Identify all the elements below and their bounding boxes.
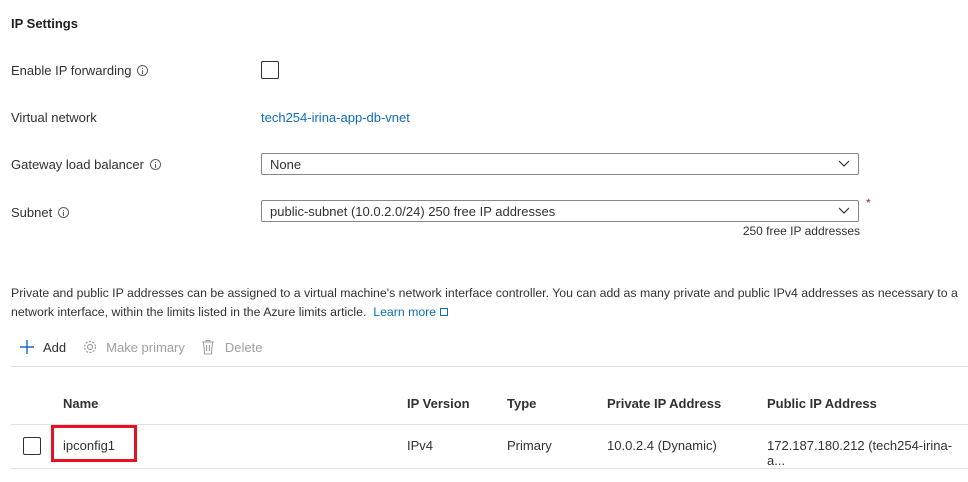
plus-icon <box>20 340 34 354</box>
learn-more-link[interactable]: Learn more <box>373 305 449 319</box>
ip-config-toolbar: Add Make primary Delete <box>11 339 278 355</box>
subnet-select[interactable]: public-subnet (10.0.2.0/24) 250 free IP … <box>261 200 859 222</box>
table-row-divider <box>11 468 968 469</box>
delete-label: Delete <box>224 339 263 355</box>
row-select-checkbox[interactable] <box>23 437 41 455</box>
ip-description: Private and public IP addresses can be a… <box>11 284 968 322</box>
required-mark: * <box>866 196 871 210</box>
virtual-network-link[interactable]: tech254-irina-app-db-vnet <box>261 110 410 125</box>
info-icon[interactable] <box>149 159 161 170</box>
column-header-ip-version[interactable]: IP Version <box>407 396 470 411</box>
subnet-label: Subnet <box>11 205 53 220</box>
table-header-divider <box>11 424 968 425</box>
toolbar-divider <box>11 366 968 367</box>
make-primary-button[interactable]: Make primary <box>82 339 185 355</box>
ip-version-cell: IPv4 <box>407 438 434 453</box>
gateway-lb-label-row: Gateway load balancer <box>11 157 161 172</box>
gear-icon <box>84 340 97 354</box>
info-icon[interactable] <box>137 65 149 76</box>
gateway-lb-select[interactable]: None <box>261 153 859 175</box>
add-button[interactable]: Add <box>19 339 66 355</box>
chevron-down-icon <box>838 160 850 167</box>
subnet-value: public-subnet (10.0.2.0/24) 250 free IP … <box>270 203 556 219</box>
add-label: Add <box>43 339 67 355</box>
ip-forwarding-label-row: Enable IP forwarding <box>11 63 149 78</box>
column-header-private-ip[interactable]: Private IP Address <box>607 396 721 411</box>
column-header-name[interactable]: Name <box>63 396 98 411</box>
subnet-label-row: Subnet <box>11 205 70 220</box>
public-ip-cell: 172.187.180.212 (tech254-irina-a... <box>767 438 953 468</box>
info-icon[interactable] <box>58 207 70 218</box>
highlight-box <box>51 425 137 462</box>
gateway-lb-label: Gateway load balancer <box>11 157 144 172</box>
chevron-down-icon <box>838 207 850 214</box>
delete-button[interactable]: Delete <box>201 339 263 355</box>
learn-more-label: Learn more <box>373 305 437 319</box>
make-primary-label: Make primary <box>106 339 185 355</box>
external-link-icon <box>440 308 449 316</box>
column-header-public-ip[interactable]: Public IP Address <box>767 396 877 411</box>
virtual-network-label: Virtual network <box>11 110 97 125</box>
description-text: Private and public IP addresses can be a… <box>11 286 958 319</box>
subnet-hint: 250 free IP addresses <box>742 224 860 238</box>
ip-forwarding-checkbox[interactable] <box>261 61 279 79</box>
section-title: IP Settings <box>11 16 78 31</box>
trash-icon <box>201 339 214 355</box>
type-cell: Primary <box>507 438 552 453</box>
gateway-lb-value: None <box>270 156 302 172</box>
column-header-type[interactable]: Type <box>507 396 536 411</box>
private-ip-cell: 10.0.2.4 (Dynamic) <box>607 438 717 453</box>
ip-forwarding-label: Enable IP forwarding <box>11 63 132 78</box>
